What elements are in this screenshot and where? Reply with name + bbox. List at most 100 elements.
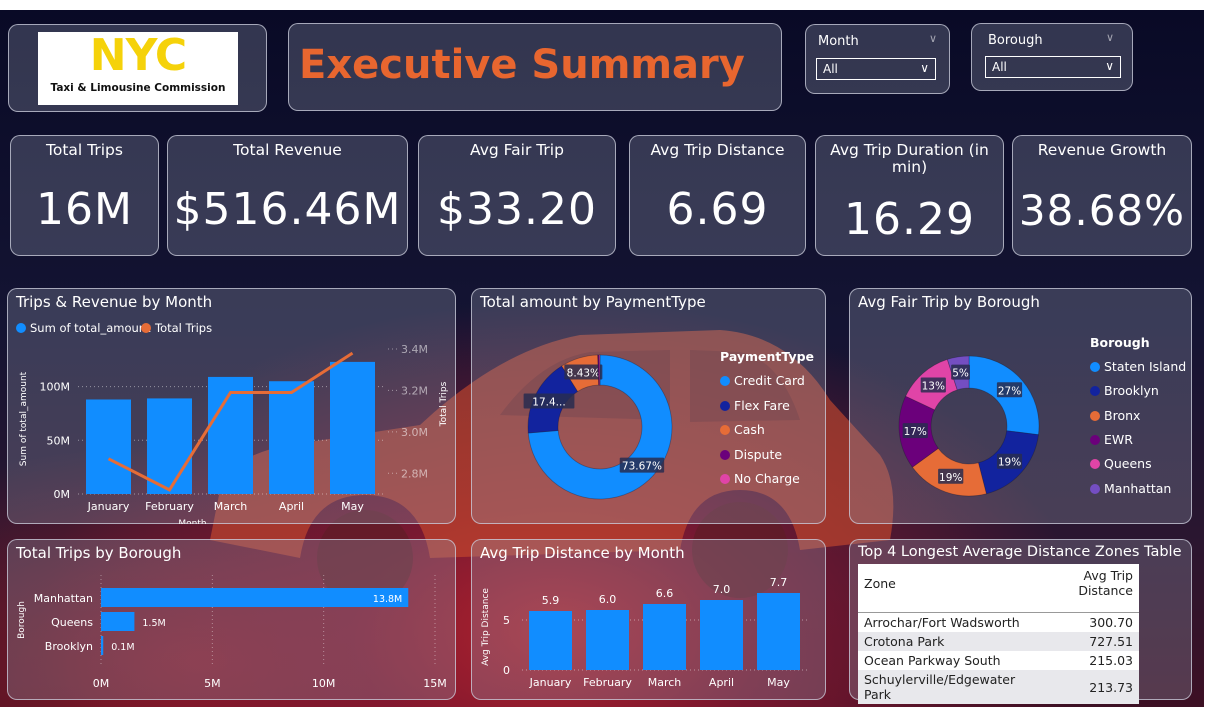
- legend-item[interactable]: Dispute: [720, 447, 782, 462]
- kpi-title: Revenue Growth: [1037, 141, 1167, 159]
- kpi-value: 16M: [36, 184, 133, 235]
- kpi-value: 38.68%: [1018, 186, 1186, 235]
- data-label: 73.67%: [622, 461, 662, 473]
- borough-dropdown[interactable]: All ∨: [985, 56, 1121, 78]
- kpi-value: $33.20: [437, 184, 597, 235]
- kpi-value: 6.69: [666, 184, 769, 235]
- legend-item[interactable]: Bronx: [1090, 408, 1140, 423]
- y-tick-label: 0: [503, 664, 510, 677]
- x-tick-label: 15M: [423, 677, 447, 690]
- column-header-distance[interactable]: Avg Trip Distance: [1039, 564, 1139, 613]
- x-axis-label: Month: [178, 519, 206, 524]
- month-slicer[interactable]: Month ∨ All ∨: [805, 24, 950, 94]
- donut-slice: [598, 354, 601, 386]
- zone-cell: Arrochar/Fort Wadsworth: [864, 615, 1020, 630]
- legend-label: EWR: [1104, 431, 1133, 447]
- visual-title: Total Trips by Borough: [16, 544, 182, 562]
- y-axis-label: Avg Trip Distance: [481, 588, 491, 666]
- legend-label: Brooklyn: [1104, 383, 1159, 399]
- title-card: Executive Summary: [288, 23, 782, 111]
- payment-donut: 73.67% 17.4... 8.43%: [523, 354, 673, 500]
- bar: [700, 600, 743, 670]
- bar: [101, 588, 409, 607]
- legend-item[interactable]: Flex Fare: [720, 398, 790, 413]
- y-tick-label: Queens: [51, 616, 93, 629]
- borough-donut-chart[interactable]: Avg Fair Trip by Borough 27% 19% 19% 17% 13%…: [849, 288, 1192, 524]
- y2-tick-label: 3.4M: [401, 343, 428, 356]
- kpi-value: $516.46M: [173, 184, 402, 235]
- kpi-avg-trip-distance: Avg Trip Distance 6.69: [629, 135, 806, 256]
- borough-slicer[interactable]: Borough ∨ All ∨: [971, 23, 1133, 91]
- table-row[interactable]: Crotona Park 727.51: [858, 632, 1139, 651]
- data-label: 7.0: [713, 583, 731, 596]
- zones-table-visual[interactable]: Top 4 Longest Average Distance Zones Tab…: [849, 539, 1192, 704]
- x-tick-label: January: [87, 500, 130, 513]
- legend-item[interactable]: No Charge: [720, 471, 800, 486]
- kpi-avg-trip-duration: Avg Trip Duration (in min) 16.29: [815, 135, 1004, 256]
- slicer-collapse-icon[interactable]: ∨: [1106, 31, 1114, 44]
- table-row[interactable]: Schuylerville/Edgewater Park 213.73: [858, 670, 1139, 704]
- data-label: 19%: [998, 457, 1021, 469]
- legend-item[interactable]: Credit Card: [720, 373, 805, 388]
- visual-title: Avg Fair Trip by Borough: [858, 293, 1040, 311]
- legend-item[interactable]: EWR: [1090, 432, 1133, 447]
- legend-item[interactable]: Staten Island: [1090, 359, 1186, 374]
- column-header-zone[interactable]: Zone: [858, 564, 1040, 613]
- bar: [529, 611, 572, 670]
- kpi-title: Avg Fair Trip: [470, 141, 564, 159]
- chevron-down-icon: ∨: [920, 61, 929, 75]
- table-row[interactable]: Arrochar/Fort Wadsworth 300.70: [858, 613, 1139, 633]
- slicer-collapse-icon[interactable]: ∨: [929, 32, 937, 45]
- y-tick-label: Manhattan: [34, 592, 93, 605]
- legend-title: PaymentType: [720, 349, 815, 364]
- visual-title: Trips & Revenue by Month: [16, 293, 213, 311]
- visual-title: Total amount by PaymentType: [480, 293, 706, 311]
- distance-cell: 213.73: [1039, 670, 1139, 704]
- zone-cell: Schuylerville/Edgewater Park: [858, 670, 1040, 704]
- zone-cell: Crotona Park: [858, 632, 1040, 651]
- bar: [101, 636, 104, 655]
- data-label: 6.0: [599, 593, 617, 606]
- trips-revenue-by-month-chart[interactable]: Trips & Revenue by Month Sum of total_am…: [7, 288, 456, 524]
- legend-dot: [1090, 410, 1100, 421]
- chevron-down-icon: ∨: [1105, 59, 1114, 73]
- logo-card: NYC Taxi & Limousine Commission: [8, 24, 267, 112]
- legend-item[interactable]: Manhattan: [1090, 481, 1171, 496]
- kpi-avg-fair-trip: Avg Fair Trip $33.20: [418, 135, 616, 256]
- data-label: 5%: [952, 368, 969, 380]
- legend-item[interactable]: Queens: [1090, 456, 1152, 471]
- y-axis-label: Sum of total_amount: [19, 371, 29, 466]
- x-tick-label: 5M: [204, 677, 221, 690]
- month-dropdown-value: All: [823, 62, 838, 76]
- distance-cell: 727.51: [1039, 632, 1139, 651]
- distance-by-month-chart[interactable]: Avg Trip Distance by Month 0 5 5.9 January 6…: [471, 539, 826, 700]
- bar: [330, 361, 375, 494]
- bar: [147, 398, 192, 494]
- data-label: 17.4...: [532, 397, 565, 409]
- data-label: 7.7: [770, 576, 788, 589]
- data-label: 6.6: [656, 587, 674, 600]
- legend-label: Bronx: [1104, 407, 1141, 423]
- data-label: 19%: [939, 472, 962, 484]
- logo-subtitle: Taxi & Limousine Commission: [50, 82, 226, 94]
- table-row[interactable]: Ocean Parkway South 215.03: [858, 651, 1139, 670]
- y-tick-label: 100M: [40, 381, 71, 394]
- legend-dot: [1090, 483, 1100, 494]
- legend-dot: [1090, 459, 1100, 470]
- legend-item[interactable]: Cash: [720, 422, 765, 437]
- trips-by-borough-plot: 0M 5M 10M 15M Manhattan 13.8M Queens 1.5M Brookl…: [17, 575, 447, 690]
- month-dropdown[interactable]: All ∨: [816, 58, 936, 80]
- legend-title: Borough: [1090, 335, 1150, 350]
- legend-item[interactable]: Brooklyn: [1090, 383, 1159, 398]
- legend-label: Flex Fare: [734, 397, 790, 413]
- kpi-value: 16.29: [844, 194, 975, 245]
- trips-by-borough-chart[interactable]: Total Trips by Borough 0M 5M 10M 15M Manhatt…: [7, 539, 456, 700]
- legend-label: Cash: [734, 422, 765, 437]
- legend-label: Dispute: [734, 446, 783, 462]
- kpi-revenue-growth: Revenue Growth 38.68%: [1012, 135, 1192, 256]
- data-label: 17%: [904, 426, 927, 438]
- legend-label: Staten Island: [1104, 359, 1187, 374]
- y-axis-label: Borough: [17, 601, 27, 639]
- payment-type-donut-chart[interactable]: Total amount by PaymentType 73.67% 17.4..…: [471, 288, 826, 524]
- logo-brand: NYC: [89, 30, 187, 81]
